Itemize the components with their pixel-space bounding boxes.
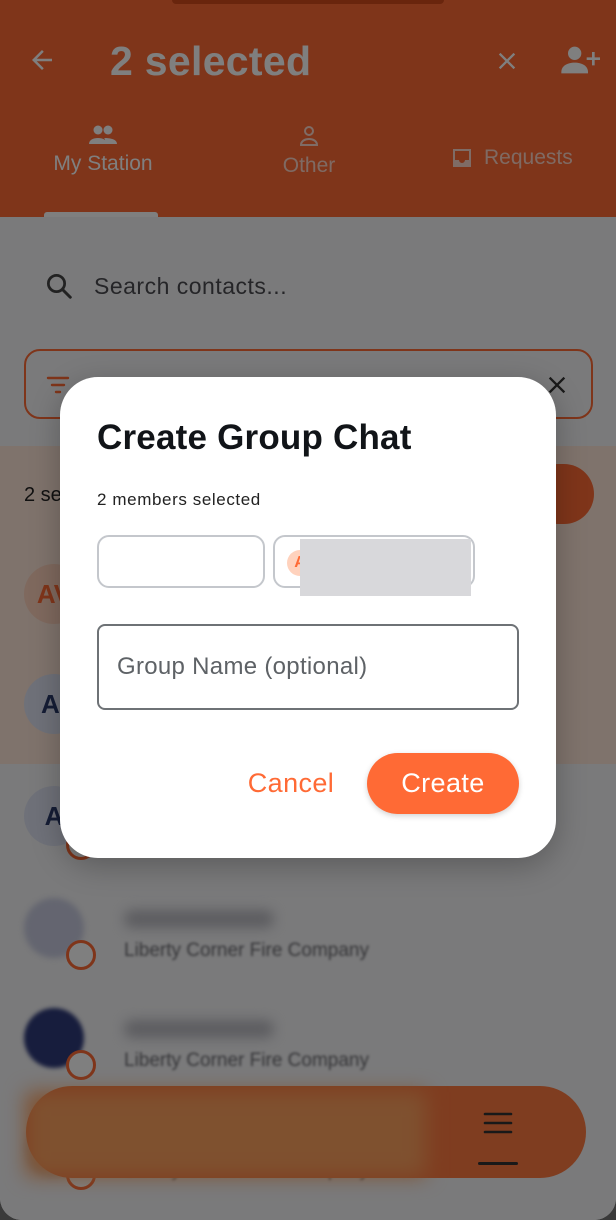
create-button[interactable]: Create <box>367 753 519 814</box>
cancel-button[interactable]: Cancel <box>236 755 346 811</box>
member-name-redacted <box>300 539 471 596</box>
members-selected-text: 2 members selected <box>97 490 261 509</box>
group-name-input[interactable] <box>97 624 519 710</box>
dialog-title: Create Group Chat <box>97 418 412 457</box>
contacts-screen: 2 selected My Station Other <box>0 0 616 1220</box>
member-chip[interactable] <box>97 535 265 588</box>
create-group-dialog: Create Group Chat 2 members selected A C… <box>60 377 556 858</box>
